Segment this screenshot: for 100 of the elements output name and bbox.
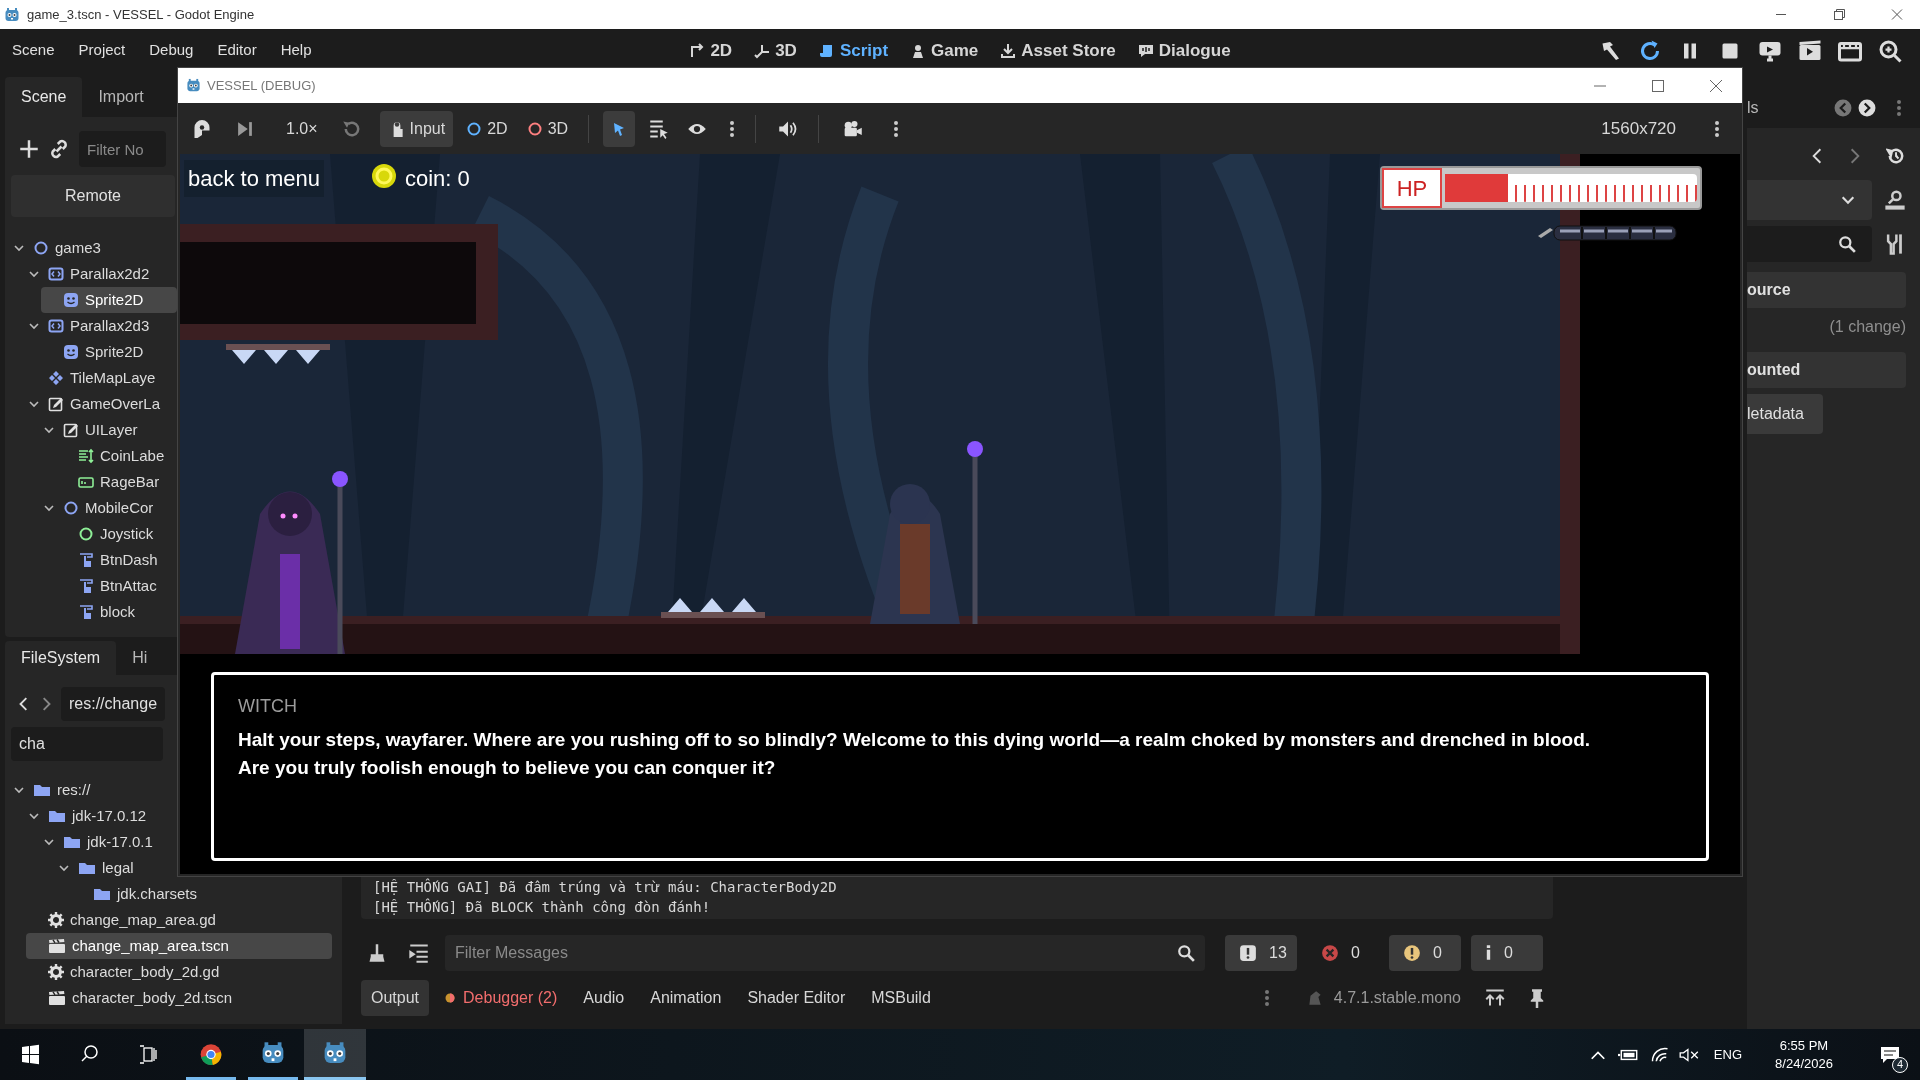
bottom-panel-tab[interactable]: MSBuild — [861, 980, 941, 1016]
notification-center-button[interactable]: 4 — [1866, 1034, 1914, 1075]
tree-item[interactable]: block — [56, 599, 140, 625]
workspace-tab[interactable]: Dialogue — [1131, 33, 1237, 68]
chevron-down-icon[interactable] — [28, 268, 40, 280]
previous-icon[interactable] — [1834, 99, 1852, 117]
tree-item[interactable]: character_body_2d.gd — [26, 959, 224, 985]
clock[interactable]: 6:55 PM 8/24/2026 — [1760, 1036, 1848, 1073]
history-icon[interactable] — [1886, 146, 1906, 166]
kebab-menu-icon[interactable] — [729, 118, 736, 139]
property-search-field[interactable] — [1747, 226, 1872, 262]
back-icon[interactable] — [1810, 147, 1824, 165]
tree-item[interactable]: Sprite2D — [41, 287, 177, 313]
menu-item[interactable]: Editor — [207, 35, 267, 66]
chevron-down-icon[interactable] — [13, 242, 25, 254]
tree-item[interactable]: TileMapLaye — [26, 365, 160, 391]
expand-panel-icon[interactable] — [1485, 988, 1505, 1008]
mode-3d-button[interactable]: 3D — [527, 116, 569, 141]
message-filter-toggle[interactable]: 0 — [1471, 935, 1543, 971]
tree-item[interactable]: GameOverLa — [26, 391, 165, 417]
tree-item[interactable]: Joystick — [56, 521, 158, 547]
link-icon[interactable] — [49, 139, 69, 159]
log-line: [HỆ THỐNG GAI] Đã đâm trúng và trừ máu: CharacterBody2D — [373, 877, 837, 897]
tree-item[interactable]: res:// — [11, 777, 95, 803]
panel-tab[interactable]: Hi — [116, 641, 164, 675]
next-icon[interactable] — [1858, 99, 1876, 117]
chevron-down-icon[interactable] — [13, 784, 25, 796]
chevron-down-icon[interactable] — [28, 320, 40, 332]
workspace-tab[interactable]: 2D — [683, 33, 739, 68]
tree-item[interactable]: jdk-17.0.1 — [41, 829, 157, 855]
input-toggle-button[interactable]: Input — [379, 110, 454, 147]
section-header[interactable]: ource — [1747, 272, 1906, 308]
mode-2d-button[interactable]: 2D — [467, 116, 508, 141]
search-scene-icon[interactable] — [1878, 38, 1902, 63]
workspace-tab[interactable]: Game — [904, 33, 985, 68]
workspace-tab[interactable]: Script — [812, 33, 895, 68]
kebab-menu-icon[interactable] — [1714, 118, 1720, 139]
language-indicator[interactable]: ENG — [1713, 1044, 1742, 1065]
panel-tab[interactable]: Import — [82, 77, 160, 117]
filter-field[interactable]: Filter No — [79, 131, 166, 167]
chevron-down-icon[interactable] — [28, 398, 40, 410]
menu-item[interactable]: Project — [68, 35, 136, 66]
tree-item[interactable]: CoinLabe — [56, 443, 169, 469]
tree-item[interactable]: Sprite2D — [41, 339, 148, 365]
kebab-menu-icon[interactable] — [1263, 988, 1270, 1008]
doc-search-icon[interactable] — [1884, 189, 1906, 211]
workspace-tab[interactable]: Asset Store — [994, 33, 1122, 68]
panel-tab[interactable]: ls — [1747, 96, 1759, 120]
tree-item[interactable]: jdk-17.0.12 — [26, 803, 151, 829]
bottom-panel-tab[interactable]: Shader Editor — [737, 980, 856, 1016]
chevron-down-icon[interactable] — [43, 836, 55, 848]
bottom-panel-tab[interactable]: Output — [361, 980, 430, 1016]
metadata-button[interactable]: letadata — [1747, 394, 1823, 434]
panel-tab[interactable]: FileSystem — [5, 641, 117, 675]
tree-item[interactable]: RageBar — [56, 469, 164, 495]
tree-item[interactable]: game3 — [11, 235, 105, 261]
reload-icon[interactable] — [1638, 38, 1662, 63]
select-tool-button[interactable] — [603, 110, 636, 147]
menu-item[interactable]: Help — [270, 35, 322, 66]
workspace-tab[interactable]: 3D — [748, 33, 803, 68]
tree-item[interactable]: Parallax2d2 — [26, 261, 154, 287]
tree-item[interactable]: Parallax2d3 — [26, 313, 154, 339]
chevron-down-icon[interactable] — [43, 424, 55, 436]
section-header[interactable]: ounted — [1747, 352, 1906, 388]
kebab-menu-icon[interactable] — [1896, 98, 1902, 118]
tree-item[interactable]: MobileCor — [41, 495, 158, 521]
bottom-panel-tab[interactable]: Debugger (2) — [435, 980, 568, 1016]
kebab-menu-icon[interactable] — [893, 118, 900, 139]
add-icon[interactable] — [19, 139, 39, 159]
speed-button[interactable]: 1.0× — [276, 116, 328, 141]
path-field[interactable]: res://change — [61, 687, 165, 721]
panel-tab[interactable]: Scene — [5, 77, 83, 117]
collapse-lines-icon[interactable] — [409, 943, 429, 963]
tree-item[interactable]: change_map_area.tscn — [26, 933, 332, 959]
tree-item[interactable]: character_body_2d.tscn — [26, 985, 237, 1011]
bottom-panel-tab[interactable]: Audio — [573, 980, 635, 1016]
remote-button[interactable]: Remote — [11, 175, 175, 217]
taskbar-app[interactable] — [304, 1029, 366, 1080]
tree-item[interactable]: legal — [56, 855, 138, 881]
filter-messages-field[interactable]: Filter Messages — [445, 935, 1205, 971]
forward-icon[interactable] — [1848, 147, 1862, 165]
back-to-menu-button[interactable]: back to menu — [184, 160, 325, 197]
chevron-down-icon[interactable] — [28, 810, 40, 822]
tree-item[interactable]: change_map_area.gd — [26, 907, 220, 933]
search-field[interactable]: cha — [11, 727, 163, 761]
chevron-down-icon[interactable] — [43, 502, 55, 514]
menu-item[interactable]: Debug — [139, 35, 204, 66]
list-select-icon[interactable] — [649, 118, 670, 139]
message-filter-toggle[interactable]: 13 — [1225, 935, 1297, 971]
tree-item[interactable]: BtnDash — [56, 547, 162, 573]
clear-brush-icon[interactable] — [367, 943, 387, 963]
play-scene-icon[interactable] — [1798, 38, 1822, 63]
tree-item[interactable]: jdk.charsets — [71, 881, 202, 907]
message-filter-toggle[interactable]: 0 — [1307, 935, 1379, 971]
tree-item[interactable]: UILayer — [41, 417, 142, 443]
bottom-panel-tab[interactable]: Animation — [640, 980, 732, 1016]
chevron-down-icon[interactable] — [58, 862, 70, 874]
tree-item[interactable]: BtnAttac — [56, 573, 161, 599]
message-filter-toggle[interactable]: 0 — [1389, 935, 1461, 971]
menu-item[interactable]: Scene — [2, 35, 65, 66]
